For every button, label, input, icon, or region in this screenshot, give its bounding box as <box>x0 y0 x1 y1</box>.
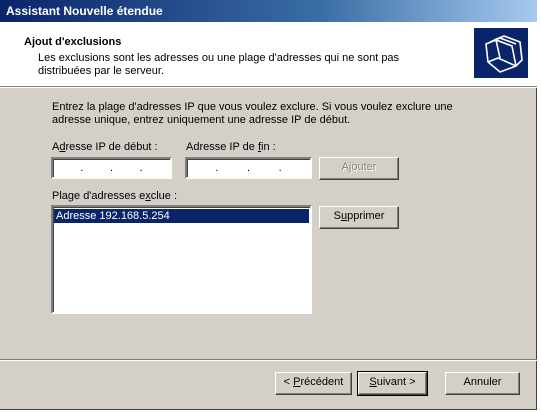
cancel-button[interactable]: Annuler <box>445 372 520 395</box>
page-description: Les exclusions sont les adresses ou une … <box>38 52 400 77</box>
end-ip-label: Adresse IP de fin : <box>186 141 276 153</box>
excluded-range-list[interactable]: Adresse 192.168.5.254 <box>51 205 312 314</box>
remove-button[interactable]: Supprimer <box>319 206 399 229</box>
start-ip-label: Adresse IP de début : <box>52 141 158 153</box>
add-button[interactable]: Ajouter <box>319 157 399 180</box>
footer-divider-highlight <box>0 360 537 361</box>
header-divider-highlight <box>0 87 537 88</box>
wizard-header: Ajout d'exclusions Les exclusions sont l… <box>0 22 537 86</box>
next-button[interactable]: Suivant > <box>357 371 428 396</box>
start-ip-input[interactable]: ... <box>51 157 172 179</box>
page-title: Ajout d'exclusions <box>24 36 122 48</box>
wizard-window: Assistant Nouvelle étendue Ajout d'exclu… <box>0 0 537 410</box>
list-item[interactable]: Adresse 192.168.5.254 <box>54 209 309 223</box>
folders-icon <box>474 28 528 78</box>
excluded-range-label: Plage d'adresses exclue : <box>52 190 178 202</box>
back-button[interactable]: < Précédent <box>275 372 352 395</box>
window-title: Assistant Nouvelle étendue <box>6 4 163 18</box>
instructions-text: Entrez la plage d'adresses IP que vous v… <box>52 101 453 126</box>
end-ip-input[interactable]: ... <box>185 157 312 179</box>
title-bar[interactable]: Assistant Nouvelle étendue <box>0 0 537 22</box>
